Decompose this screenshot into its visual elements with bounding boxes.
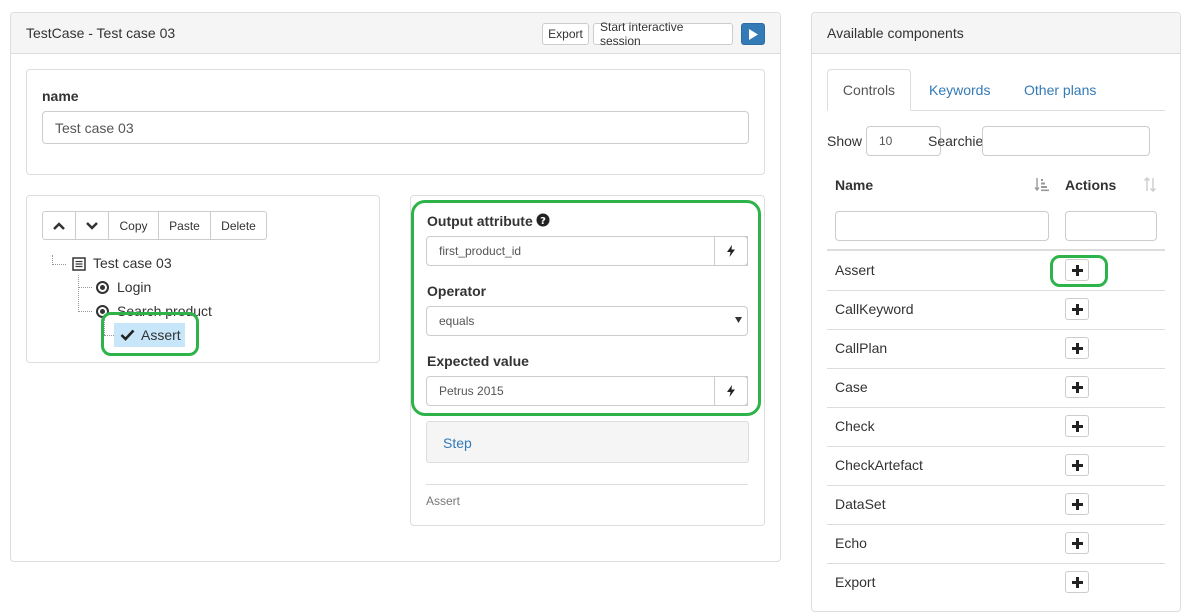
- name-filter-input[interactable]: [835, 211, 1049, 241]
- output-attribute-input[interactable]: first_product_id: [426, 236, 748, 266]
- tree-node-assert[interactable]: Assert: [114, 323, 185, 347]
- table-row-divider: [827, 407, 1165, 408]
- operator-select[interactable]: equals: [426, 306, 748, 336]
- name-label: name: [42, 88, 79, 104]
- table-row-divider: [827, 524, 1165, 525]
- table-row-divider: [827, 368, 1165, 369]
- table-header-border: [827, 249, 1165, 251]
- bolt-icon: [727, 245, 735, 257]
- step-link[interactable]: Step: [443, 435, 472, 451]
- tab-other-plans[interactable]: Other plans: [1024, 82, 1096, 98]
- help-icon[interactable]: ?: [536, 213, 550, 227]
- keyword-icon: [96, 281, 109, 294]
- table-row-name: Check: [835, 418, 875, 434]
- tree-connector: [78, 287, 92, 288]
- add-component-button[interactable]: [1065, 259, 1089, 281]
- plus-icon: [1071, 576, 1083, 588]
- add-component-button[interactable]: [1065, 532, 1089, 554]
- expected-value-input[interactable]: Petrus 2015: [426, 376, 748, 406]
- add-component-button[interactable]: [1065, 376, 1089, 398]
- add-component-button[interactable]: [1065, 337, 1089, 359]
- table-row-divider: [827, 290, 1165, 291]
- add-component-button[interactable]: [1065, 493, 1089, 515]
- add-component-button[interactable]: [1065, 298, 1089, 320]
- table-row-name: Echo: [835, 535, 867, 551]
- tree-connector: [78, 275, 79, 312]
- export-button[interactable]: Export: [542, 23, 589, 45]
- show-label: Show: [827, 133, 863, 149]
- name-input[interactable]: Test case 03: [42, 111, 749, 144]
- plus-icon: [1071, 420, 1083, 432]
- tree-connector: [78, 311, 92, 312]
- table-row-divider: [827, 485, 1165, 486]
- table-row-name: CallKeyword: [835, 301, 914, 317]
- tree-node-search-product[interactable]: Search product: [117, 303, 212, 319]
- table-row-name: Export: [835, 574, 876, 590]
- name-section: name Test case 03: [26, 69, 765, 175]
- tree-connector: [104, 319, 105, 335]
- plus-icon: [1071, 381, 1083, 393]
- select-caret-icon: [735, 317, 742, 323]
- operator-label: Operator: [427, 283, 487, 299]
- play-icon: [749, 28, 758, 40]
- expected-dynamic-toggle[interactable]: [714, 376, 748, 406]
- page-title: TestCase - Test case 03: [26, 25, 176, 41]
- actions-filter-input[interactable]: [1065, 211, 1157, 241]
- sort-active-icon[interactable]: [1034, 177, 1049, 192]
- bolt-icon: [727, 385, 735, 397]
- play-button[interactable]: [741, 23, 765, 45]
- table-row-divider: [827, 563, 1165, 564]
- move-down-button[interactable]: [75, 211, 109, 240]
- step-panel-header[interactable]: Step: [426, 421, 749, 463]
- testcase-panel-heading: TestCase - Test case 03 Export Start int…: [11, 13, 780, 54]
- components-panel-heading: Available components: [812, 13, 1180, 54]
- tree-node-root[interactable]: Test case 03: [93, 255, 172, 271]
- copy-button[interactable]: Copy: [108, 211, 159, 240]
- search-label: Searchies: [928, 133, 984, 149]
- delete-button[interactable]: Delete: [210, 211, 267, 240]
- tree-node-login[interactable]: Login: [117, 279, 151, 295]
- svg-text:?: ?: [540, 216, 546, 227]
- add-component-button[interactable]: [1065, 454, 1089, 476]
- editor-divider: [426, 484, 748, 485]
- column-header-actions[interactable]: Actions: [1065, 177, 1116, 193]
- search-input[interactable]: [982, 126, 1150, 156]
- table-row-divider: [827, 329, 1165, 330]
- plus-icon: [1071, 498, 1083, 510]
- plus-icon: [1071, 264, 1083, 276]
- check-icon: [120, 329, 135, 341]
- table-row-name: DataSet: [835, 496, 886, 512]
- table-row-name: Case: [835, 379, 868, 395]
- add-component-button[interactable]: [1065, 415, 1089, 437]
- components-title: Available components: [827, 25, 964, 41]
- document-icon: [72, 257, 86, 271]
- expected-value-label: Expected value: [427, 353, 529, 369]
- tab-controls[interactable]: Controls: [827, 69, 911, 111]
- tree-connector: [52, 264, 66, 265]
- sort-icon[interactable]: [1143, 177, 1157, 192]
- start-interactive-session-button[interactable]: Start interactive session: [593, 20, 733, 48]
- table-row-name: CallPlan: [835, 340, 888, 356]
- plus-icon: [1071, 459, 1083, 471]
- column-header-name[interactable]: Name: [835, 177, 873, 193]
- output-attribute-label: Output attribute: [427, 213, 533, 229]
- table-row-name: CheckArtefact: [835, 457, 923, 473]
- plus-icon: [1071, 342, 1083, 354]
- chevron-up-icon: [53, 221, 65, 230]
- tab-keywords[interactable]: Keywords: [929, 82, 990, 98]
- add-component-button[interactable]: [1065, 571, 1089, 593]
- artefact-type-label: Assert: [426, 494, 461, 508]
- chevron-down-icon: [86, 221, 98, 230]
- plus-icon: [1071, 303, 1083, 315]
- tree-connector: [104, 335, 114, 336]
- keyword-icon: [96, 305, 109, 318]
- tree-node-assert-label: Assert: [141, 327, 181, 343]
- plus-icon: [1071, 537, 1083, 549]
- output-dynamic-toggle[interactable]: [714, 236, 748, 266]
- table-row-name: Assert: [835, 262, 875, 278]
- table-row-divider: [827, 446, 1165, 447]
- move-up-button[interactable]: [42, 211, 76, 240]
- paste-button[interactable]: Paste: [158, 211, 211, 240]
